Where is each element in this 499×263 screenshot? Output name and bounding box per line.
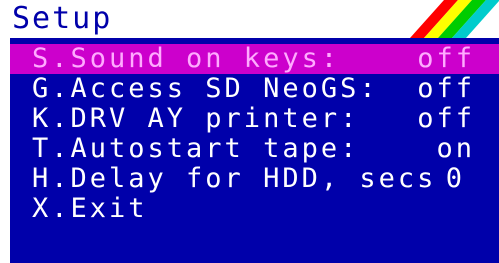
menu-item-drv-ay-printer[interactable]: K.DRV AY printer: off	[10, 104, 499, 134]
menu-item-value: on	[436, 133, 475, 164]
menu-item-access-sd-neogs[interactable]: G.Access SD NeoGS: off	[10, 74, 499, 104]
menu-item-autostart-tape[interactable]: T.Autostart tape: on	[10, 134, 499, 164]
rainbow-stripes-logo	[410, 0, 499, 38]
menu-item-value: off	[417, 43, 475, 74]
menu-item-label: K.DRV AY printer:	[32, 103, 360, 134]
menu-item-value: off	[417, 73, 475, 104]
menu-item-exit[interactable]: X.Exit	[10, 194, 499, 224]
menu-item-label: S.Sound on keys:	[32, 43, 341, 74]
setup-window: Setup S.Sound on keys: off G.Access SD N…	[10, 0, 499, 263]
menu-item-label: H.Delay for HDD, secs	[32, 163, 437, 194]
menu-item-label: G.Access SD NeoGS:	[32, 73, 379, 104]
title-bar: Setup	[10, 0, 499, 38]
menu-item-sound-on-keys[interactable]: S.Sound on keys: off	[10, 44, 499, 74]
menu-item-value: 0	[445, 163, 465, 194]
menu-item-delay-for-hdd[interactable]: H.Delay for HDD, secs 0	[10, 164, 499, 194]
menu-item-label: T.Autostart tape:	[32, 133, 360, 164]
menu-panel: S.Sound on keys: off G.Access SD NeoGS: …	[10, 38, 499, 263]
left-margin	[0, 0, 10, 263]
menu-item-value: off	[417, 103, 475, 134]
menu-item-label: X.Exit	[32, 193, 148, 224]
